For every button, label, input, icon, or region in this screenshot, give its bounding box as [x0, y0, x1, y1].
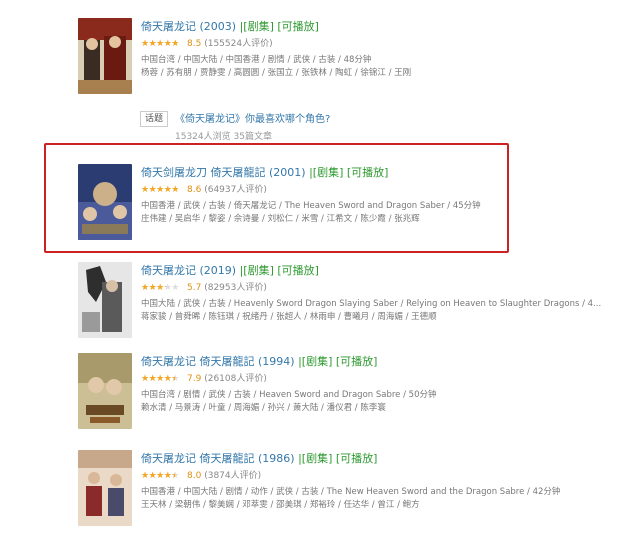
result-meta-cast: 蒋家骏 / 曾舜晞 / 陈钰琪 / 祝绪丹 / 张超人 / 林雨申 / 曹曦月 …: [141, 312, 437, 322]
rating-votes: (155524人评价): [204, 39, 273, 49]
tag-playable[interactable]: [可播放]: [336, 355, 378, 368]
result-year: (1986): [258, 452, 295, 465]
result-year: (2001): [269, 166, 306, 179]
result-title[interactable]: 倚天屠龙记: [141, 264, 196, 277]
rating-votes: (64937人评价): [204, 185, 267, 195]
result-meta-cast: 杨蓉 / 苏有朋 / 贾静雯 / 高圆圆 / 张国立 / 张铁林 / 陶虹 / …: [141, 68, 412, 78]
rating-score: 5.7: [187, 283, 202, 293]
rating-votes: (3874人评价): [204, 471, 262, 481]
tag-series[interactable]: [剧集]: [313, 166, 344, 179]
result-meta-genre: 中国台湾 / 剧情 / 武侠 / 古装 / Heaven Sword and D…: [141, 390, 437, 400]
rating-votes: (26108人评价): [204, 374, 267, 384]
rating-votes: (82953人评价): [204, 283, 267, 293]
tag-playable[interactable]: [可播放]: [277, 264, 319, 277]
result-title[interactable]: 倚天剑屠龙刀 倚天屠龍記: [141, 166, 266, 179]
result-meta-genre: 中国台湾 / 中国大陆 / 中国香港 / 剧情 / 武侠 / 古装 / 48分钟: [141, 55, 372, 65]
poster-image[interactable]: [78, 18, 132, 94]
rating-score: 8.6: [187, 185, 202, 195]
result-meta-genre: 中国香港 / 武侠 / 古装 / 倚天屠龙记 / The Heaven Swor…: [141, 201, 481, 211]
tag-playable[interactable]: [可播放]: [347, 166, 389, 179]
result-title[interactable]: 倚天屠龙记 倚天屠龍記: [141, 355, 255, 368]
result-year: (2019): [199, 264, 237, 277]
tag-series[interactable]: [剧集]: [302, 355, 333, 368]
result-title[interactable]: 倚天屠龙记: [141, 20, 196, 33]
tag-series[interactable]: [剧集]: [302, 452, 333, 465]
rating-score: 7.9: [187, 374, 202, 384]
tag-playable[interactable]: [可播放]: [336, 452, 378, 465]
rating-stars-icon: ★★★★★★★★★★: [141, 374, 179, 384]
tag-playable[interactable]: [可播放]: [277, 20, 319, 33]
poster-image[interactable]: [78, 450, 132, 526]
tag-series[interactable]: [剧集]: [243, 264, 274, 277]
rating-score: 8.0: [187, 471, 202, 481]
rating-stars-icon: ★★★★★★★★★★: [141, 39, 179, 49]
topic-title[interactable]: 《倚天屠龙记》你最喜欢哪个角色?: [175, 110, 330, 125]
topic-stats: 15324人浏览 35篇文章: [175, 132, 272, 142]
poster-image[interactable]: [78, 262, 132, 338]
result-meta-genre: 中国大陆 / 武侠 / 古装 / Heavenly Sword Dragon S…: [141, 299, 602, 309]
result-meta-cast: 王天林 / 梁朝伟 / 黎美娴 / 邓萃雯 / 邵美琪 / 郑裕玲 / 任达华 …: [141, 500, 420, 510]
result-meta-genre: 中国香港 / 中国大陆 / 剧情 / 动作 / 武侠 / 古装 / The Ne…: [141, 487, 561, 497]
rating-stars-icon: ★★★★★★★★★★: [141, 185, 179, 195]
result-year: (1994): [258, 355, 295, 368]
result-meta-cast: 庄伟建 / 吴启华 / 黎姿 / 佘诗曼 / 刘松仁 / 米雪 / 江希文 / …: [141, 214, 420, 224]
tag-series[interactable]: [剧集]: [243, 20, 274, 33]
rating-stars-icon: ★★★★★★★★★★: [141, 471, 179, 481]
result-year: (2003): [199, 20, 237, 33]
result-meta-cast: 赖水清 / 马景涛 / 叶童 / 周海媚 / 孙兴 / 萧大陆 / 潘仪君 / …: [141, 403, 386, 413]
rating-stars-icon: ★★★★★★★★★★: [141, 283, 179, 293]
poster-image[interactable]: [78, 164, 132, 240]
poster-image[interactable]: [78, 353, 132, 429]
topic-badge[interactable]: 话题: [140, 111, 168, 127]
rating-score: 8.5: [187, 39, 202, 49]
result-title[interactable]: 倚天屠龙记 倚天屠龍記: [141, 452, 255, 465]
